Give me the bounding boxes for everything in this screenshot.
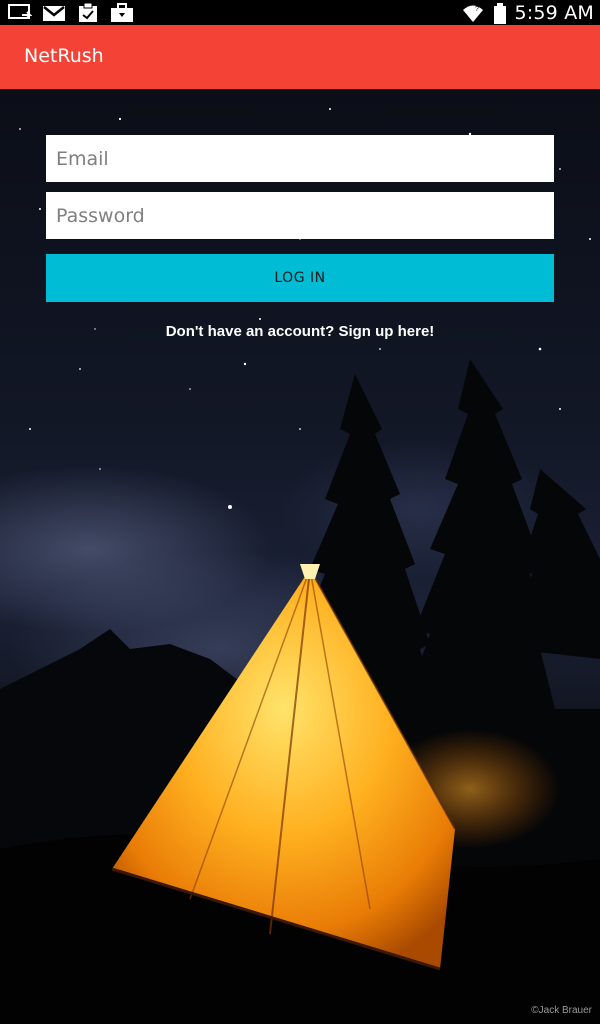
app-bar: NetRush [0,25,600,89]
email-field[interactable] [46,135,554,182]
gmail-icon [42,3,66,23]
briefcase-icon [110,3,134,23]
app-title: NetRush [24,45,104,67]
status-time: 5:59 AM [514,1,594,24]
photo-credit: ©Jack Brauer [531,1005,592,1016]
status-right: ? 5:59 AM [461,0,595,25]
clipboard-icon [76,2,100,23]
login-button[interactable]: LOG IN [46,254,554,302]
signup-link[interactable]: Don't have an account? Sign up here! [0,323,600,340]
status-bar: ? 5:59 AM [0,0,600,25]
svg-text:?: ? [475,6,479,13]
screen-cast-icon [8,3,33,23]
password-field[interactable] [46,192,554,239]
battery-icon [493,2,507,24]
status-left-icons [8,2,134,23]
wifi-icon: ? [461,3,485,23]
